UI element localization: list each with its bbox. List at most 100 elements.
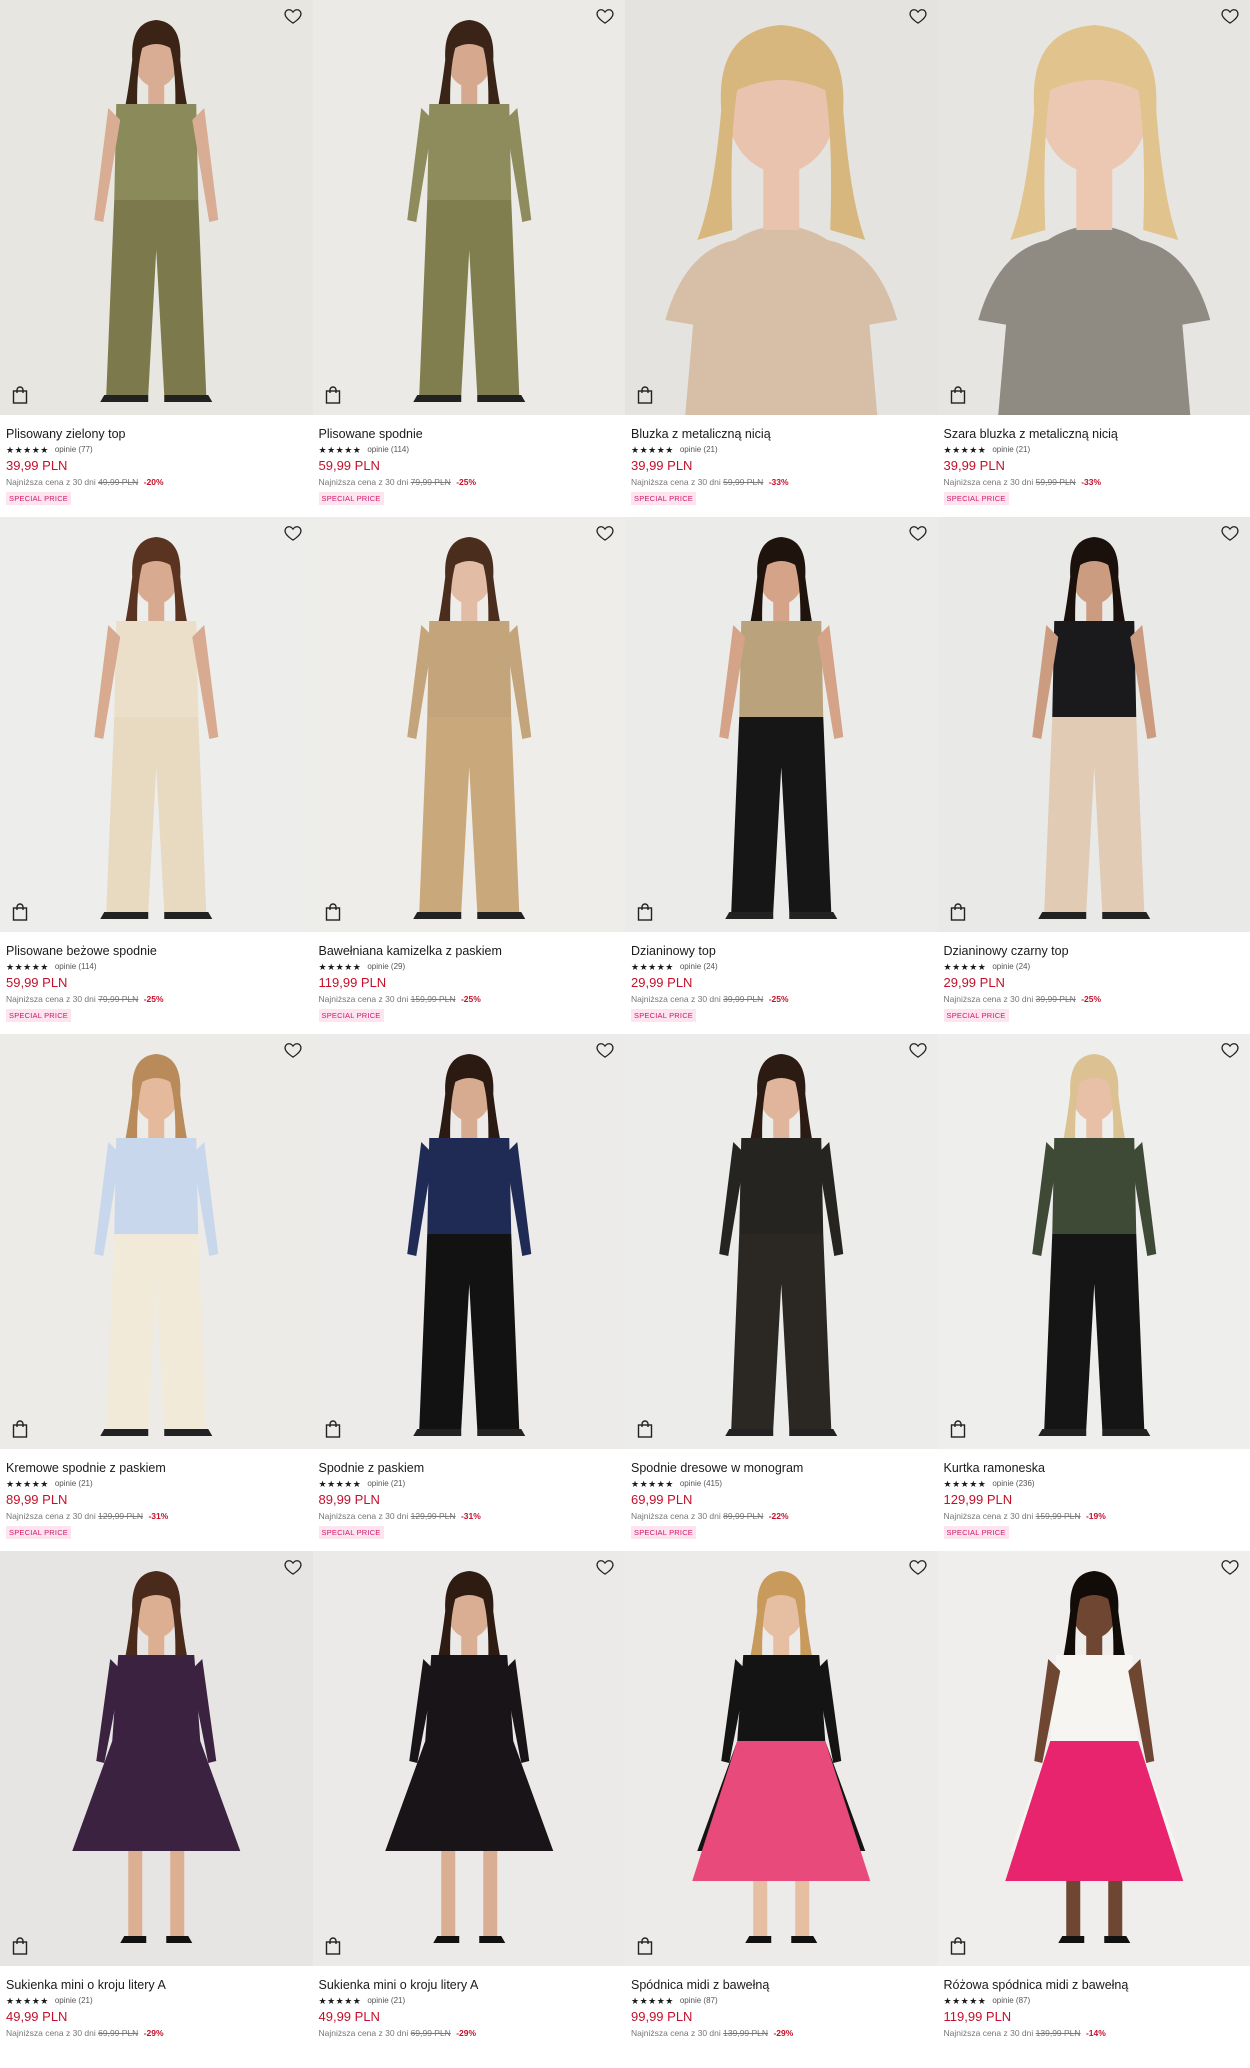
review-count[interactable]: opinie (21) bbox=[367, 1996, 405, 2005]
review-count[interactable]: opinie (87) bbox=[680, 1996, 718, 2005]
heart-icon[interactable] bbox=[908, 523, 928, 543]
review-count[interactable]: opinie (87) bbox=[992, 1996, 1030, 2005]
shopping-bag-icon[interactable] bbox=[325, 1937, 341, 1955]
product-photo[interactable] bbox=[938, 0, 1250, 415]
product-name[interactable]: Spódnica midi z bawełną bbox=[631, 1978, 932, 1993]
product-photo[interactable] bbox=[313, 517, 626, 932]
product-photo[interactable] bbox=[313, 1551, 626, 1966]
product-card[interactable]: Sukienka mini o kroju litery A ★★★★★ opi… bbox=[0, 1551, 313, 2068]
product-name[interactable]: Kremowe spodnie z paskiem bbox=[6, 1461, 307, 1476]
review-count[interactable]: opinie (21) bbox=[367, 1479, 405, 1488]
product-name[interactable]: Dzianinowy czarny top bbox=[944, 944, 1245, 959]
product-photo[interactable] bbox=[625, 1551, 938, 1966]
shopping-bag-icon[interactable] bbox=[12, 903, 28, 921]
shopping-bag-icon[interactable] bbox=[950, 1937, 966, 1955]
discount-percent: -31% bbox=[461, 1511, 481, 1521]
heart-icon[interactable] bbox=[908, 6, 928, 26]
shopping-bag-icon[interactable] bbox=[950, 386, 966, 404]
review-count[interactable]: opinie (236) bbox=[992, 1479, 1034, 1488]
heart-icon[interactable] bbox=[908, 1040, 928, 1060]
product-name[interactable]: Bawełniana kamizelka z paskiem bbox=[319, 944, 620, 959]
product-name[interactable]: Sukienka mini o kroju litery A bbox=[319, 1978, 620, 1993]
product-card[interactable]: Sukienka mini o kroju litery A ★★★★★ opi… bbox=[313, 1551, 626, 2068]
product-photo[interactable] bbox=[0, 1034, 313, 1449]
heart-icon[interactable] bbox=[283, 1040, 303, 1060]
review-count[interactable]: opinie (29) bbox=[367, 962, 405, 971]
product-name[interactable]: Plisowane beżowe spodnie bbox=[6, 944, 307, 959]
product-card[interactable]: Spodnie z paskiem ★★★★★ opinie (21) 89,9… bbox=[313, 1034, 626, 1551]
product-card[interactable]: Spódnica midi z bawełną ★★★★★ opinie (87… bbox=[625, 1551, 938, 2068]
product-name[interactable]: Różowa spódnica midi z bawełną bbox=[944, 1978, 1245, 1993]
heart-icon[interactable] bbox=[595, 1557, 615, 1577]
product-card[interactable]: Bawełniana kamizelka z paskiem ★★★★★ opi… bbox=[313, 517, 626, 1034]
product-card[interactable]: Dzianinowy top ★★★★★ opinie (24) 29,99 P… bbox=[625, 517, 938, 1034]
product-name[interactable]: Sukienka mini o kroju litery A bbox=[6, 1978, 307, 1993]
heart-icon[interactable] bbox=[283, 6, 303, 26]
star-rating-icon: ★★★★★ bbox=[319, 1479, 362, 1489]
review-count[interactable]: opinie (21) bbox=[55, 1479, 93, 1488]
shopping-bag-icon[interactable] bbox=[637, 1420, 653, 1438]
product-card[interactable]: Plisowane beżowe spodnie ★★★★★ opinie (1… bbox=[0, 517, 313, 1034]
product-photo[interactable] bbox=[938, 1551, 1250, 1966]
product-card[interactable]: Spodnie dresowe w monogram ★★★★★ opinie … bbox=[625, 1034, 938, 1551]
product-name[interactable]: Spodnie z paskiem bbox=[319, 1461, 620, 1476]
review-count[interactable]: opinie (24) bbox=[992, 962, 1030, 971]
review-count[interactable]: opinie (415) bbox=[680, 1479, 722, 1488]
review-count[interactable]: opinie (77) bbox=[55, 445, 93, 454]
shopping-bag-icon[interactable] bbox=[325, 386, 341, 404]
heart-icon[interactable] bbox=[283, 523, 303, 543]
review-count[interactable]: opinie (21) bbox=[55, 1996, 93, 2005]
product-name[interactable]: Dzianinowy top bbox=[631, 944, 932, 959]
product-photo[interactable] bbox=[625, 1034, 938, 1449]
product-info: Bluzka z metaliczną nicią ★★★★★ opinie (… bbox=[631, 427, 932, 506]
review-count[interactable]: opinie (21) bbox=[992, 445, 1030, 454]
product-name[interactable]: Plisowany zielony top bbox=[6, 427, 307, 442]
product-card[interactable]: Dzianinowy czarny top ★★★★★ opinie (24) … bbox=[938, 517, 1250, 1034]
shopping-bag-icon[interactable] bbox=[950, 903, 966, 921]
review-count[interactable]: opinie (114) bbox=[55, 962, 97, 971]
review-count[interactable]: opinie (24) bbox=[680, 962, 718, 971]
product-photo[interactable] bbox=[0, 517, 313, 932]
rating: ★★★★★ opinie (114) bbox=[319, 444, 620, 455]
shopping-bag-icon[interactable] bbox=[950, 1420, 966, 1438]
product-photo[interactable] bbox=[313, 1034, 626, 1449]
heart-icon[interactable] bbox=[283, 1557, 303, 1577]
review-count[interactable]: opinie (21) bbox=[680, 445, 718, 454]
product-photo[interactable] bbox=[625, 0, 938, 415]
shopping-bag-icon[interactable] bbox=[325, 903, 341, 921]
product-card[interactable]: Różowa spódnica midi z bawełną ★★★★★ opi… bbox=[938, 1551, 1250, 2068]
product-name[interactable]: Szara bluzka z metaliczną nicią bbox=[944, 427, 1245, 442]
heart-icon[interactable] bbox=[595, 1040, 615, 1060]
heart-icon[interactable] bbox=[908, 1557, 928, 1577]
product-photo[interactable] bbox=[938, 1034, 1250, 1449]
product-photo[interactable] bbox=[0, 1551, 313, 1966]
product-name[interactable]: Bluzka z metaliczną nicią bbox=[631, 427, 932, 442]
shopping-bag-icon[interactable] bbox=[12, 1420, 28, 1438]
shopping-bag-icon[interactable] bbox=[637, 386, 653, 404]
product-photo[interactable] bbox=[938, 517, 1250, 932]
heart-icon[interactable] bbox=[595, 6, 615, 26]
heart-icon[interactable] bbox=[1220, 523, 1240, 543]
shopping-bag-icon[interactable] bbox=[637, 1937, 653, 1955]
heart-icon[interactable] bbox=[595, 523, 615, 543]
review-count[interactable]: opinie (114) bbox=[367, 445, 409, 454]
product-card[interactable]: Bluzka z metaliczną nicią ★★★★★ opinie (… bbox=[625, 0, 938, 517]
shopping-bag-icon[interactable] bbox=[12, 1937, 28, 1955]
product-photo[interactable] bbox=[0, 0, 313, 415]
product-name[interactable]: Plisowane spodnie bbox=[319, 427, 620, 442]
product-name[interactable]: Kurtka ramoneska bbox=[944, 1461, 1245, 1476]
product-photo[interactable] bbox=[625, 517, 938, 932]
shopping-bag-icon[interactable] bbox=[325, 1420, 341, 1438]
product-card[interactable]: Kurtka ramoneska ★★★★★ opinie (236) 129,… bbox=[938, 1034, 1250, 1551]
product-card[interactable]: Kremowe spodnie z paskiem ★★★★★ opinie (… bbox=[0, 1034, 313, 1551]
product-card[interactable]: Plisowane spodnie ★★★★★ opinie (114) 59,… bbox=[313, 0, 626, 517]
product-card[interactable]: Plisowany zielony top ★★★★★ opinie (77) … bbox=[0, 0, 313, 517]
shopping-bag-icon[interactable] bbox=[637, 903, 653, 921]
product-name[interactable]: Spodnie dresowe w monogram bbox=[631, 1461, 932, 1476]
heart-icon[interactable] bbox=[1220, 1040, 1240, 1060]
shopping-bag-icon[interactable] bbox=[12, 386, 28, 404]
heart-icon[interactable] bbox=[1220, 1557, 1240, 1577]
heart-icon[interactable] bbox=[1220, 6, 1240, 26]
product-card[interactable]: Szara bluzka z metaliczną nicią ★★★★★ op… bbox=[938, 0, 1250, 517]
product-photo[interactable] bbox=[313, 0, 626, 415]
